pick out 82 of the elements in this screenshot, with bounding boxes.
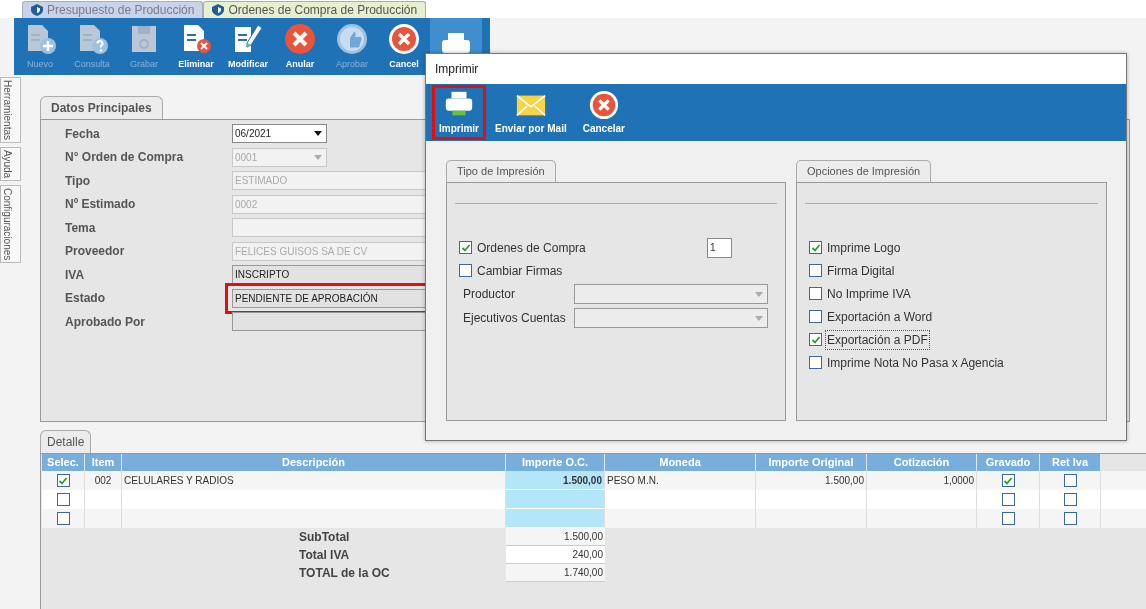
side-tab[interactable]: Ayuda — [0, 147, 21, 182]
total-value: 1.500,00 — [506, 528, 605, 546]
toolbar-button[interactable]: Anular — [274, 18, 326, 75]
field-label: Tema — [65, 219, 97, 237]
group-tab[interactable]: Opciones de Impresión — [796, 160, 932, 182]
checkbox-label[interactable]: No Imprime IVA — [825, 283, 913, 304]
column-header: Cotización — [867, 454, 977, 471]
checkbox[interactable] — [459, 264, 472, 277]
checkbox[interactable] — [1063, 493, 1077, 506]
field-label: N° Orden de Compra — [65, 149, 185, 167]
thumbs-up-icon — [335, 21, 369, 56]
checkbox[interactable] — [809, 241, 822, 254]
toolbar-button[interactable]: Cancelar — [575, 85, 632, 140]
dropdown-caret-icon — [314, 131, 322, 137]
checkbox[interactable] — [809, 356, 822, 369]
group-tab[interactable]: Tipo de Impresión — [446, 160, 556, 182]
checkbox[interactable] — [56, 493, 70, 506]
table-cell: 1.500,00 — [506, 471, 605, 490]
checkbox[interactable] — [459, 241, 472, 254]
dropdown-field[interactable] — [574, 308, 768, 328]
shield-icon — [31, 4, 43, 16]
field-label: Estado — [65, 290, 106, 308]
checkbox-label[interactable]: Exportación a PDF — [825, 329, 930, 350]
total-value: 1.740,00 — [506, 564, 605, 582]
field-label: Nº Estimado — [65, 196, 137, 214]
checkbox[interactable] — [809, 287, 822, 300]
checkbox-label[interactable]: Imprime Nota No Pasa x Agencia — [825, 352, 1006, 373]
checkbox-label[interactable]: Ordenes de Compra — [475, 237, 588, 258]
dropdown-field[interactable]: 06/2021 — [232, 124, 327, 144]
field-label: Tipo — [65, 172, 92, 190]
checkbox-label[interactable]: Firma Digital — [825, 260, 897, 281]
checkbox[interactable] — [56, 512, 70, 525]
dropdown-field[interactable] — [574, 284, 768, 304]
column-header: Item — [85, 454, 122, 471]
close-circle-icon — [283, 21, 317, 56]
column-header: Moneda — [605, 454, 756, 471]
column-header: Selec. — [42, 454, 85, 471]
panel-tab[interactable]: Detalle — [40, 430, 92, 453]
side-tab[interactable]: Configuraciones — [0, 185, 21, 264]
toolbar-button[interactable]: Modificar — [222, 18, 274, 75]
checkbox[interactable] — [1001, 493, 1015, 506]
copies-field[interactable]: 1 — [707, 237, 732, 258]
checkbox-label[interactable]: Exportación a Word — [825, 306, 935, 327]
checkbox[interactable] — [1001, 512, 1015, 525]
cancel-icon — [387, 21, 421, 56]
dropdown-caret-icon — [755, 291, 763, 297]
field-label: Productor — [463, 286, 517, 303]
checkbox[interactable] — [809, 333, 822, 346]
checkbox[interactable] — [809, 310, 822, 323]
checkbox[interactable] — [1001, 474, 1015, 487]
panel-tab[interactable]: Datos Principales — [40, 96, 163, 119]
field-label: Proveedor — [65, 243, 126, 261]
column-header: Gravado — [977, 454, 1040, 471]
dropdown-caret-icon — [755, 315, 763, 321]
toolbar-button[interactable]: Enviar por Mail — [488, 85, 574, 140]
total-label: SubTotal — [299, 529, 350, 546]
field-label: Aprobado Por — [65, 313, 146, 331]
checkbox[interactable] — [809, 264, 822, 277]
checkbox[interactable] — [56, 474, 70, 487]
checkbox[interactable] — [1063, 512, 1077, 525]
field-label: Fecha — [65, 125, 101, 143]
column-header: Ret Iva — [1040, 454, 1101, 471]
checkbox-label[interactable]: Imprime Logo — [825, 237, 903, 258]
side-tab[interactable]: Herramientas — [0, 77, 21, 144]
toolbar-button[interactable]: Imprimir — [432, 85, 486, 140]
toolbar-button[interactable]: Cancel — [378, 18, 430, 75]
total-label: TOTAL de la OC — [299, 565, 390, 582]
dialog-title: Imprimir — [435, 61, 479, 78]
tab[interactable]: Ordenes de Compra de Producción — [203, 1, 427, 18]
column-header: Importe Original — [756, 454, 867, 471]
toolbar-button[interactable]: Eliminar — [170, 18, 222, 75]
column-header: Importe O.C. — [506, 454, 605, 471]
total-value: 240,00 — [506, 546, 605, 564]
total-label: Total IVA — [299, 547, 350, 564]
column-header: Descripción — [122, 454, 506, 471]
field-label: Ejecutivos Cuentas — [463, 310, 567, 327]
cancel-icon — [587, 89, 620, 121]
checkbox[interactable] — [1063, 474, 1077, 487]
dropdown-caret-icon — [314, 154, 322, 160]
checkbox-label[interactable]: Cambiar Firmas — [475, 260, 565, 281]
shield-icon — [212, 4, 225, 16]
field-label: IVA — [65, 266, 86, 284]
